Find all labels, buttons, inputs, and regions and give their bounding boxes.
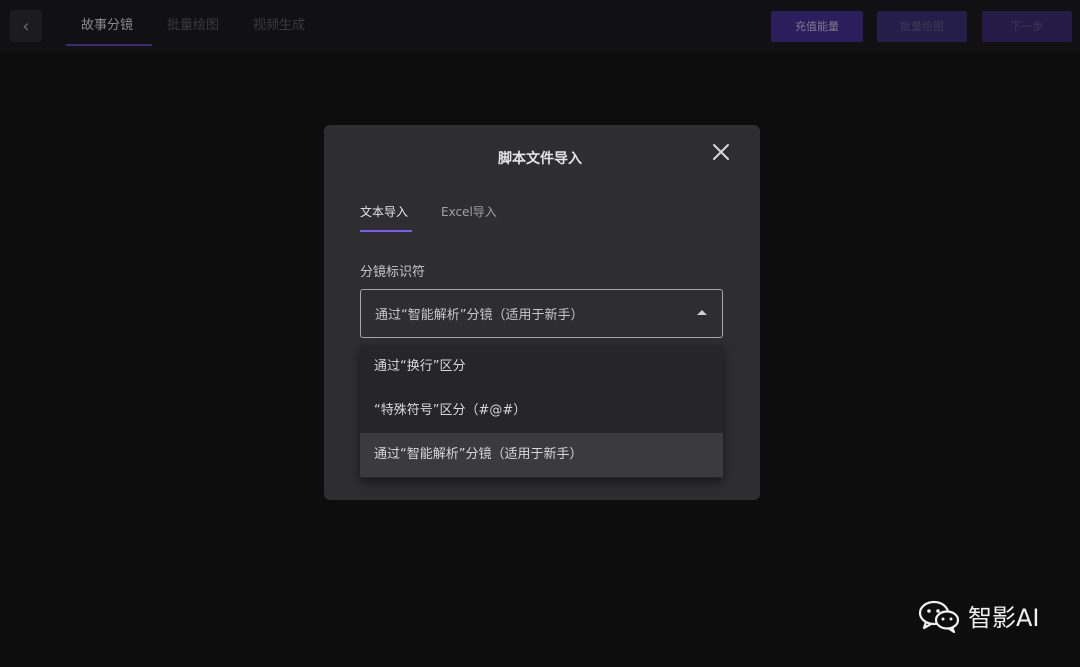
close-icon[interactable] <box>710 141 732 163</box>
tab-text-import[interactable]: 文本导入 <box>360 203 408 220</box>
active-tab-indicator <box>360 230 412 232</box>
select-value: 通过“智能解析”分镜（适用于新手） <box>375 308 584 323</box>
option-newline[interactable]: 通过“换行”区分 <box>360 345 723 389</box>
chevron-left-icon: ‹ <box>22 15 30 37</box>
recharge-button[interactable]: 充值能量 <box>771 11 863 42</box>
separator-dropdown: 通过“换行”区分 “特殊符号”区分（#@#） 通过“智能解析”分镜（适用于新手） <box>360 345 723 478</box>
option-smart-parse[interactable]: 通过“智能解析”分镜（适用于新手） <box>360 433 723 477</box>
tab-video-gen[interactable]: 视频生成 <box>253 0 305 48</box>
separator-label: 分镜标识符 <box>360 265 426 280</box>
separator-select[interactable]: 通过“智能解析”分镜（适用于新手） <box>360 289 723 338</box>
tab-storyboard[interactable]: 故事分镜 <box>81 0 133 48</box>
top-bar: ‹ 故事分镜 批量绘图 视频生成 充值能量 批量绘图 下一步 <box>0 0 1080 52</box>
watermark: 智影AI <box>918 598 1040 633</box>
back-button[interactable]: ‹ <box>10 10 42 42</box>
tab-excel-import[interactable]: Excel导入 <box>441 203 497 220</box>
active-tab-underline <box>66 44 152 46</box>
wechat-icon <box>918 600 960 633</box>
caret-up-icon <box>697 310 707 315</box>
option-special-symbol[interactable]: “特殊符号”区分（#@#） <box>360 389 723 433</box>
tab-batch-draw[interactable]: 批量绘图 <box>167 0 219 48</box>
dialog-title: 脚本文件导入 <box>498 151 582 167</box>
watermark-text: 智影AI <box>968 604 1040 632</box>
batch-draw-button[interactable]: 批量绘图 <box>877 11 967 42</box>
next-step-button[interactable]: 下一步 <box>982 11 1072 42</box>
